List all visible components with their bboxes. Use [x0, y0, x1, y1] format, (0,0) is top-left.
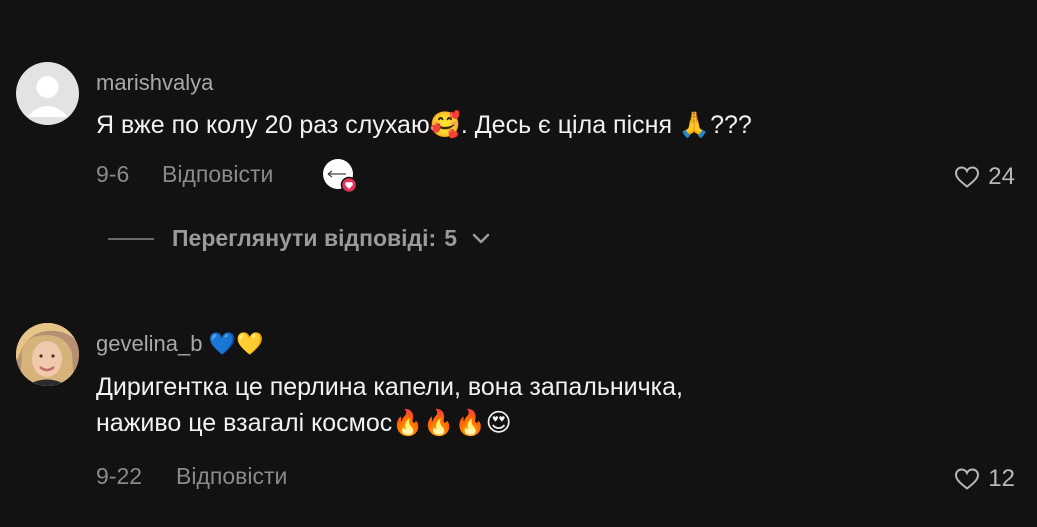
comment-text: Я вже по колу 20 раз слухаю🥰. Десь є ціл…: [96, 111, 752, 139]
like-count: 24: [988, 163, 1015, 190]
like-count: 12: [988, 465, 1015, 492]
reply-button[interactable]: Відповісти: [176, 463, 287, 490]
comment-text-line: Диригентка це перлина капели, вона запал…: [96, 373, 683, 401]
like-button[interactable]: 24: [954, 163, 1015, 191]
replies-count: 5: [444, 225, 458, 251]
default-avatar-icon: [27, 76, 68, 117]
comment-item: marishvalya Я вже по колу 20 раз слухаю🥰…: [0, 0, 1037, 300]
user-photo-icon: [16, 323, 79, 386]
comment-date: 9-22: [96, 463, 143, 489]
comment-username[interactable]: marishvalya: [96, 70, 213, 96]
divider: [108, 237, 154, 240]
chevron-down-icon: [472, 233, 490, 243]
heart-icon: [955, 166, 980, 188]
view-replies-button[interactable]: Переглянути відповіді: 5: [108, 225, 491, 252]
comment-text: Диригентка це перлина капели, вона запал…: [96, 369, 956, 441]
comment-text-line: наживо це взагалі космос🔥🔥🔥😍: [96, 409, 512, 437]
like-button[interactable]: 12: [954, 465, 1015, 493]
comment-item: gevelina_b 💙💛 Диригентка це перлина капе…: [0, 300, 1037, 527]
reply-button[interactable]: Відповісти: [162, 161, 273, 188]
comment-username[interactable]: gevelina_b 💙💛: [96, 331, 263, 357]
comment-date: 9-6: [96, 161, 130, 187]
avatar[interactable]: [16, 323, 79, 386]
view-replies-label: Переглянути відповіді:: [172, 225, 437, 251]
username-text: gevelina_b: [96, 331, 203, 356]
creator-liked-icon: [322, 158, 358, 194]
heart-icon: [955, 468, 980, 490]
username-emoji: 💙💛: [208, 331, 264, 356]
avatar[interactable]: [16, 62, 79, 125]
